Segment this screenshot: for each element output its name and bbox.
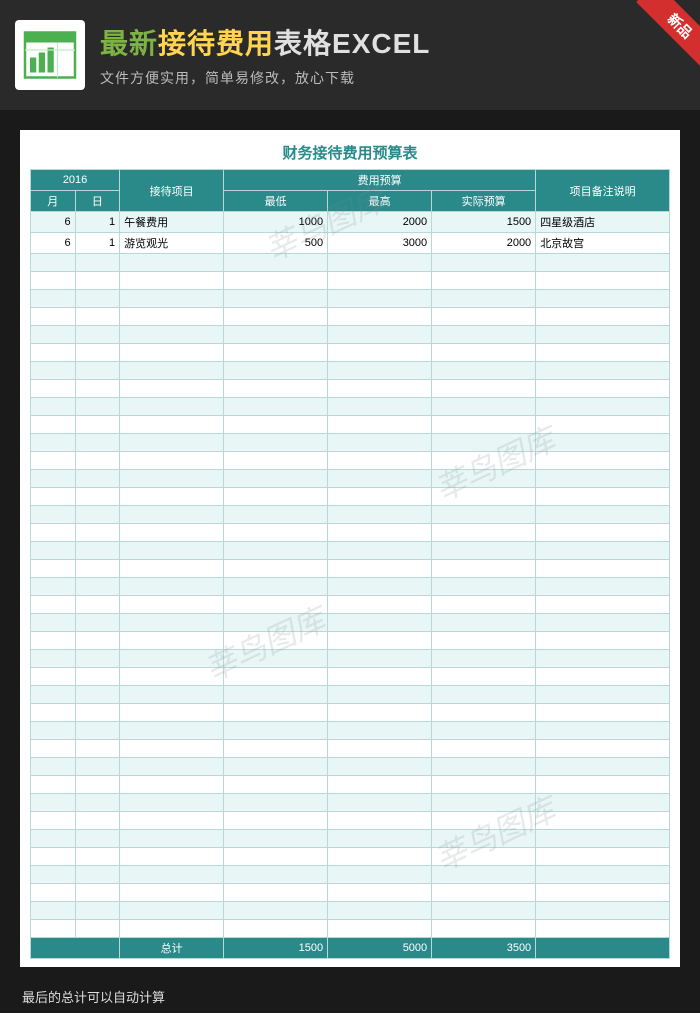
total-actual: 3500 (432, 938, 536, 959)
cell-note[interactable]: 四星级酒店 (536, 212, 670, 233)
table-row (31, 470, 670, 488)
excel-icon (15, 20, 85, 90)
cell-low[interactable]: 500 (224, 233, 328, 254)
table-row (31, 650, 670, 668)
table-row (31, 560, 670, 578)
header-high: 最高 (328, 191, 432, 212)
cell-high[interactable]: 2000 (328, 212, 432, 233)
table-row (31, 668, 670, 686)
table-row (31, 578, 670, 596)
page-header: 最新接待费用表格EXCEL 文件方便实用，简单易修改，放心下载 新品 (0, 0, 700, 110)
table-row (31, 920, 670, 938)
cell-actual[interactable]: 2000 (432, 233, 536, 254)
table-row (31, 686, 670, 704)
table-row (31, 434, 670, 452)
header-note: 项目备注说明 (536, 170, 670, 212)
table-row (31, 344, 670, 362)
cell-month[interactable]: 6 (31, 233, 76, 254)
header-low: 最低 (224, 191, 328, 212)
total-high: 5000 (328, 938, 432, 959)
cell-day[interactable]: 1 (75, 233, 120, 254)
table-row (31, 848, 670, 866)
table-row (31, 776, 670, 794)
title-part2: 接待费用 (158, 28, 274, 59)
table-row (31, 596, 670, 614)
table-row (31, 542, 670, 560)
table-row (31, 704, 670, 722)
table-row (31, 416, 670, 434)
table-row (31, 794, 670, 812)
total-low: 1500 (224, 938, 328, 959)
page-title: 最新接待费用表格EXCEL (100, 22, 685, 62)
table-row (31, 362, 670, 380)
title-part3: 表格EXCEL (274, 28, 430, 59)
table-row (31, 398, 670, 416)
header-budget-group: 费用预算 (224, 170, 536, 191)
page-subtitle: 文件方便实用，简单易修改，放心下载 (100, 68, 685, 88)
table-header: 2016 接待项目 费用预算 项目备注说明 月 日 最低 最高 实际预算 (31, 170, 670, 212)
cell-item[interactable]: 午餐费用 (120, 212, 224, 233)
table-row (31, 884, 670, 902)
title-part1: 最新 (100, 28, 158, 59)
cell-item[interactable]: 游览观光 (120, 233, 224, 254)
table-row (31, 272, 670, 290)
total-label: 总计 (120, 938, 224, 959)
table-body: 61午餐费用100020001500四星级酒店61游览观光50030002000… (31, 212, 670, 938)
cell-day[interactable]: 1 (75, 212, 120, 233)
table-row (31, 902, 670, 920)
table-row (31, 524, 670, 542)
cell-month[interactable]: 6 (31, 212, 76, 233)
table-row (31, 290, 670, 308)
header-text: 最新接待费用表格EXCEL 文件方便实用，简单易修改，放心下载 (100, 22, 685, 88)
table-row (31, 866, 670, 884)
table-row (31, 614, 670, 632)
table-row (31, 308, 670, 326)
table-row (31, 758, 670, 776)
header-year: 2016 (31, 170, 120, 191)
spreadsheet: 财务接待费用预算表 2016 接待项目 费用预算 项目备注说明 月 日 最低 最… (20, 130, 680, 967)
footer-note: 最后的总计可以自动计算 (22, 987, 678, 1006)
table-row (31, 506, 670, 524)
cell-low[interactable]: 1000 (224, 212, 328, 233)
table-row (31, 830, 670, 848)
cell-note[interactable]: 北京故宫 (536, 233, 670, 254)
table-row (31, 740, 670, 758)
table-row (31, 488, 670, 506)
cell-high[interactable]: 3000 (328, 233, 432, 254)
table-row (31, 326, 670, 344)
table-row: 61午餐费用100020001500四星级酒店 (31, 212, 670, 233)
table-row: 61游览观光50030002000北京故宫 (31, 233, 670, 254)
table-row (31, 452, 670, 470)
table-row (31, 632, 670, 650)
table-row (31, 254, 670, 272)
header-item: 接待项目 (120, 170, 224, 212)
table-row (31, 722, 670, 740)
budget-table: 2016 接待项目 费用预算 项目备注说明 月 日 最低 最高 实际预算 61午… (30, 169, 670, 959)
cell-actual[interactable]: 1500 (432, 212, 536, 233)
table-row (31, 380, 670, 398)
header-month: 月 (31, 191, 76, 212)
header-day: 日 (75, 191, 120, 212)
header-actual: 实际预算 (432, 191, 536, 212)
table-footer: 总计 1500 5000 3500 (31, 938, 670, 959)
table-row (31, 812, 670, 830)
sheet-title: 财务接待费用预算表 (30, 142, 670, 163)
